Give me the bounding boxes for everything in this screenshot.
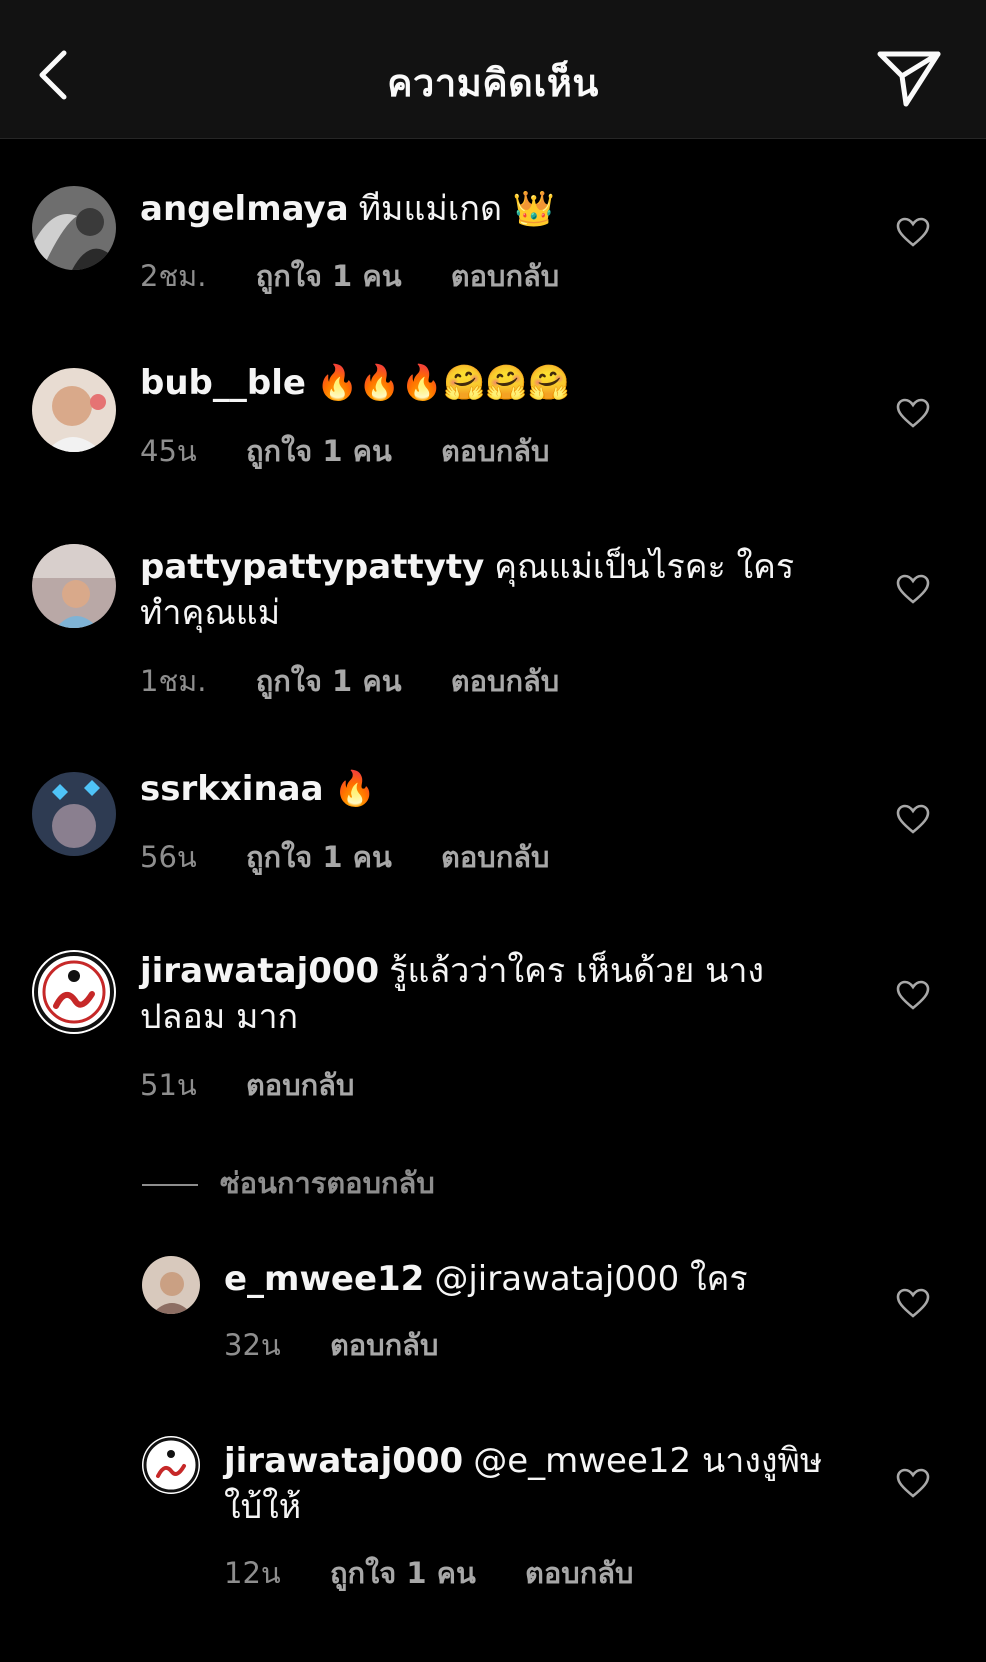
comment-text: pattypattypattyty คุณแม่เป็นไรคะ ใคร ทำคุ… [140,544,840,636]
reply-username[interactable]: e_mwee12 [224,1259,424,1299]
avatar[interactable] [32,772,116,856]
comment-time: 45น [140,434,197,468]
reply-button[interactable]: ตอบกลับ [441,840,549,874]
heart-icon[interactable] [896,574,930,604]
avatar[interactable] [142,1436,200,1494]
comment-body: 🔥🔥🔥🤗🤗🤗 [315,363,570,403]
heart-icon[interactable] [896,217,930,247]
heart-icon[interactable] [896,398,930,428]
likes-count[interactable]: ถูกใจ 1 คน [256,664,402,698]
comment-text: ssrkxinaa 🔥 [140,766,840,812]
comment-username[interactable]: jirawataj000 [140,951,379,991]
heart-icon[interactable] [896,1288,930,1318]
share-button[interactable] [874,46,944,110]
reply-username[interactable]: jirawataj000 [224,1441,463,1481]
comment-meta: 51น ตอบกลับ [140,1062,394,1108]
comment-text: jirawataj000 รู้แล้วว่าใคร เห็นด้วย นางปล… [140,948,840,1040]
likes-count[interactable]: ถูกใจ 1 คน [246,434,392,468]
comment-text: angelmaya ทีมแม่เกด 👑 [140,186,840,232]
heart-icon[interactable] [896,980,930,1010]
comment-meta: 56น ถูกใจ 1 คน ตอบกลับ [140,834,589,880]
comment-username[interactable]: ssrkxinaa [140,769,324,809]
likes-count[interactable]: ถูกใจ 1 คน [246,840,392,874]
avatar[interactable] [32,544,116,628]
reply-meta: 12น ถูกใจ 1 คน ตอบกลับ [224,1550,673,1596]
avatar[interactable] [142,1256,200,1314]
reply-time: 32น [224,1328,281,1362]
comment-time: 1ชม. [140,664,207,698]
comment-time: 51น [140,1068,197,1102]
comment-username[interactable]: bub__ble [140,363,306,403]
reply-button[interactable]: ตอบกลับ [441,434,549,468]
comment-username[interactable]: angelmaya [140,189,349,229]
reply-button[interactable]: ตอบกลับ [330,1328,438,1362]
comment-time: 2ชม. [140,259,207,293]
avatar[interactable] [32,950,116,1034]
comment-username[interactable]: pattypattypattyty [140,547,484,587]
avatar[interactable] [32,186,116,270]
comment-text: bub__ble 🔥🔥🔥🤗🤗🤗 [140,360,840,406]
reply-text: e_mwee12 @jirawataj000 ใคร [224,1256,844,1302]
comment-time: 56น [140,840,197,874]
send-icon [877,51,941,107]
reply-button[interactable]: ตอบกลับ [246,1068,354,1102]
divider [142,1184,198,1186]
heart-icon[interactable] [896,1468,930,1498]
comment-meta: 45น ถูกใจ 1 คน ตอบกลับ [140,428,589,474]
reply-body: @jirawataj000 ใคร [434,1259,748,1299]
likes-count[interactable]: ถูกใจ 1 คน [256,259,402,293]
header-bar: ความคิดเห็น [0,0,986,139]
comment-meta: 2ชม. ถูกใจ 1 คน ตอบกลับ [140,253,599,299]
reply-button[interactable]: ตอบกลับ [451,259,559,293]
reply-time: 12น [224,1556,281,1590]
page-title: ความคิดเห็น [387,61,599,105]
reply-meta: 32น ตอบกลับ [224,1322,478,1368]
heart-icon[interactable] [896,804,930,834]
likes-count[interactable]: ถูกใจ 1 คน [330,1556,476,1590]
reply-text: jirawataj000 @e_mwee12 นางงูพิษ ใบ้ให้ [224,1438,844,1530]
hide-replies-button[interactable]: ซ่อนการตอบกลับ [142,1160,435,1206]
comment-meta: 1ชม. ถูกใจ 1 คน ตอบกลับ [140,658,599,704]
comment-body: ทีมแม่เกด 👑 [358,189,556,229]
reply-button[interactable]: ตอบกลับ [525,1556,633,1590]
reply-button[interactable]: ตอบกลับ [451,664,559,698]
comment-body: 🔥 [333,769,376,809]
hide-replies-label: ซ่อนการตอบกลับ [220,1166,435,1200]
avatar[interactable] [32,368,116,452]
